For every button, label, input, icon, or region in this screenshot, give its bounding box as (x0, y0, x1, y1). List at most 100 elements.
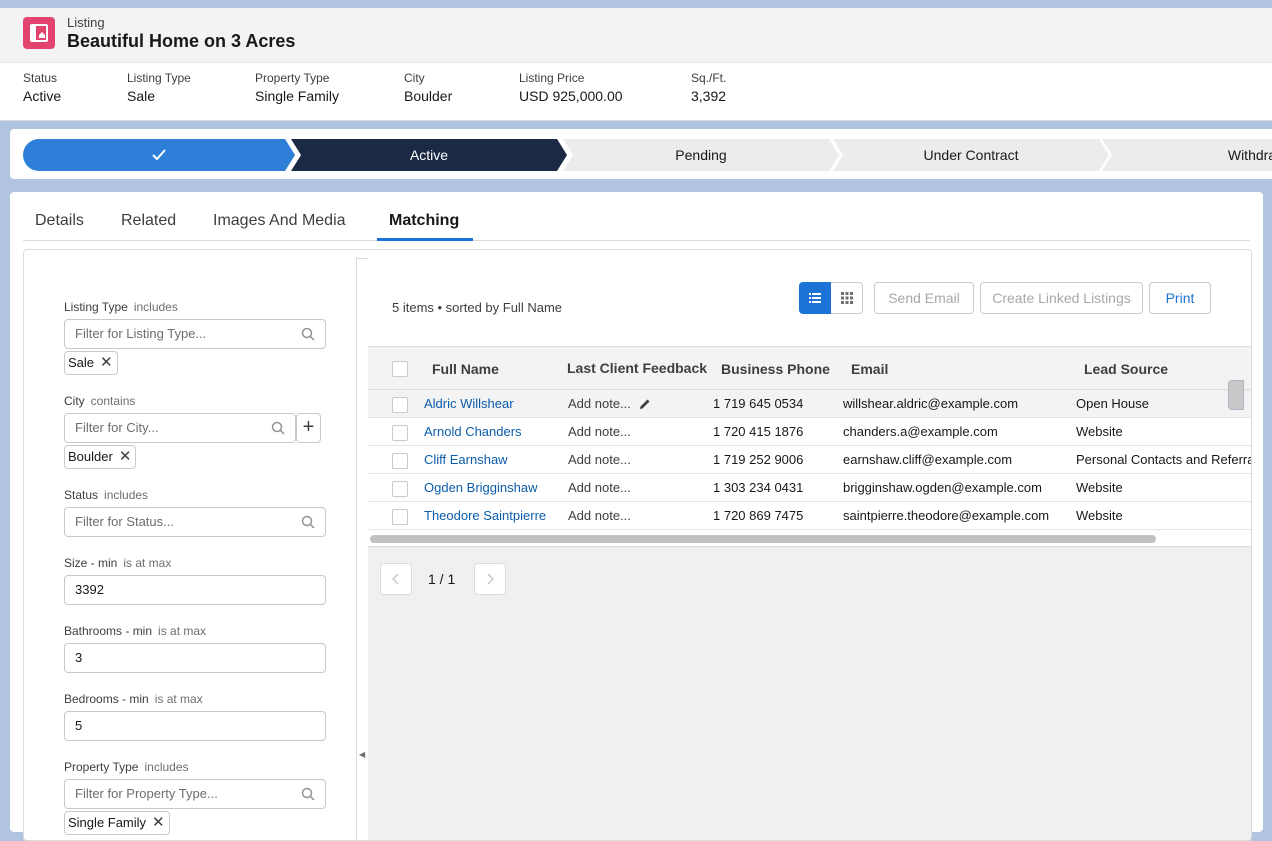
contact-name-link[interactable]: Aldric Willshear (424, 396, 514, 411)
filter-label-text: Listing Type (64, 300, 128, 314)
path-step-active[interactable]: Active (291, 139, 567, 171)
add-note-field[interactable]: Add note... (568, 508, 631, 523)
lead-source: Open House (1076, 396, 1149, 411)
pill-label: Single Family (68, 815, 147, 830)
path-step-withdrawn[interactable]: Withdrawn (1102, 139, 1272, 171)
input-placeholder: Filter for Listing Type... (75, 326, 207, 341)
field-label: Property Type (255, 71, 330, 85)
bedrooms-min-input[interactable]: 5 (64, 711, 326, 741)
city-filter-input[interactable]: Filter for City... (64, 413, 296, 443)
row-checkbox[interactable] (392, 453, 408, 469)
field-property-type: Property Type Single Family (255, 71, 339, 104)
filter-label-text: Property Type (64, 760, 139, 774)
matching-table: Full Name Last Client Feedback Business … (368, 346, 1251, 542)
column-header-email[interactable]: Email (851, 361, 888, 377)
field-value: Single Family (255, 88, 340, 104)
row-checkbox[interactable] (392, 425, 408, 441)
collapse-left-icon[interactable]: ◀ (359, 750, 365, 759)
create-linked-listings-button[interactable]: Create Linked Listings (980, 282, 1143, 314)
column-header-lead-source[interactable]: Lead Source (1084, 361, 1168, 377)
page-indicator: 1 / 1 (428, 571, 456, 587)
list-view-button[interactable] (799, 282, 831, 314)
contact-name-link[interactable]: Ogden Brigginshaw (424, 480, 537, 495)
close-icon[interactable]: ✕ (119, 446, 132, 468)
table-row: Arnold Chanders Add note... 1 720 415 18… (368, 418, 1251, 446)
business-phone: 1 719 645 0534 (713, 396, 804, 411)
filter-pill-sale[interactable]: Sale ✕ (64, 351, 118, 375)
record-title: Beautiful Home on 3 Acres (67, 31, 296, 51)
add-note-field[interactable]: Add note... (568, 424, 631, 439)
contact-name-link[interactable]: Theodore Saintpierre (424, 508, 546, 523)
pill-label: Boulder (68, 449, 113, 464)
table-row: Cliff Earnshaw Add note... 1 719 252 900… (368, 446, 1251, 474)
table-row: Theodore Saintpierre Add note... 1 720 8… (368, 502, 1251, 530)
filter-label-city: City contains (64, 394, 135, 408)
email-address: willshear.aldric@example.com (843, 396, 1019, 411)
print-button[interactable]: Print (1149, 282, 1211, 314)
lead-source: Website (1076, 424, 1123, 439)
add-note-field[interactable]: Add note... (568, 452, 631, 467)
contact-name-link[interactable]: Arnold Chanders (424, 424, 522, 439)
tile-view-button[interactable] (831, 282, 863, 314)
tab-images-and-media[interactable]: Images And Media (213, 212, 346, 230)
table-row: Ogden Brigginshaw Add note... 1 303 234 … (368, 474, 1251, 502)
property-type-filter-input[interactable]: Filter for Property Type... (64, 779, 326, 809)
send-email-button[interactable]: Send Email (874, 282, 974, 314)
bathrooms-min-input[interactable]: 3 (64, 643, 326, 673)
filter-pill-single-family[interactable]: Single Family ✕ (64, 811, 170, 835)
filter-label-text: Size - min (64, 556, 118, 570)
size-min-input[interactable]: 3392 (64, 575, 326, 605)
status-filter-input[interactable]: Filter for Status... (64, 507, 326, 537)
row-checkbox[interactable] (392, 481, 408, 497)
lead-source: Personal Contacts and Referrals (1076, 452, 1251, 467)
row-checkbox[interactable] (392, 509, 408, 525)
horizontal-scrollbar-track[interactable] (368, 532, 1251, 547)
tab-matching[interactable]: Matching (389, 212, 459, 230)
row-checkbox[interactable] (392, 397, 408, 413)
listing-type-filter-input[interactable]: Filter for Listing Type... (64, 319, 326, 349)
pagination-area: 1 / 1 (368, 547, 1251, 840)
field-label: Listing Type (127, 71, 191, 85)
tab-details[interactable]: Details (35, 212, 84, 230)
add-note-field[interactable]: Add note... (568, 396, 631, 411)
search-icon (301, 327, 315, 341)
business-phone: 1 719 252 9006 (713, 452, 804, 467)
filter-label-bathrooms: Bathrooms - min is at max (64, 624, 206, 638)
select-all-checkbox[interactable] (392, 361, 408, 377)
field-label: Listing Price (519, 71, 585, 85)
filter-pill-boulder[interactable]: Boulder ✕ (64, 445, 137, 469)
path-step-under-contract[interactable]: Under Contract (833, 139, 1109, 171)
tab-bar: Details Related Images And Media Matchin… (23, 192, 1250, 241)
filter-label-text: Bathrooms - min (64, 624, 153, 638)
column-header-last-client-feedback[interactable]: Last Client Feedback (567, 360, 707, 376)
email-address: saintpierre.theodore@example.com (843, 508, 1050, 523)
filter-panel: Listing Type includes Filter for Listing … (24, 250, 356, 840)
horizontal-scrollbar-thumb[interactable] (370, 535, 1156, 543)
filter-label-listing-type: Listing Type includes (64, 300, 178, 314)
close-icon[interactable]: ✕ (152, 812, 165, 834)
filter-label-size: Size - min is at max (64, 556, 171, 570)
path-step-pending[interactable]: Pending (563, 139, 839, 171)
edit-pencil-icon[interactable] (638, 397, 652, 411)
tab-related[interactable]: Related (121, 212, 176, 230)
previous-page-button[interactable] (380, 563, 412, 595)
input-placeholder: Filter for City... (75, 420, 159, 435)
path-step-completed[interactable] (23, 139, 295, 171)
field-sqft: Sq./Ft. 3,392 (691, 71, 726, 104)
next-page-button[interactable] (474, 563, 506, 595)
add-city-button[interactable]: + (296, 413, 321, 443)
listing-icon (23, 17, 55, 49)
check-icon (152, 149, 166, 161)
filter-operator: is at max (158, 624, 207, 638)
side-panel-toggle[interactable] (1228, 380, 1244, 410)
column-header-business-phone[interactable]: Business Phone (721, 361, 830, 377)
matching-panel: Listing Type includes Filter for Listing … (23, 249, 1252, 841)
field-value: Sale (127, 88, 156, 104)
add-note-field[interactable]: Add note... (568, 480, 631, 495)
column-header-full-name[interactable]: Full Name (432, 361, 499, 377)
field-value: USD 925,000.00 (519, 88, 623, 104)
filter-label-text: Bedrooms - min (64, 692, 149, 706)
close-icon[interactable]: ✕ (100, 352, 113, 374)
email-address: earnshaw.cliff@example.com (843, 452, 1013, 467)
contact-name-link[interactable]: Cliff Earnshaw (424, 452, 508, 467)
